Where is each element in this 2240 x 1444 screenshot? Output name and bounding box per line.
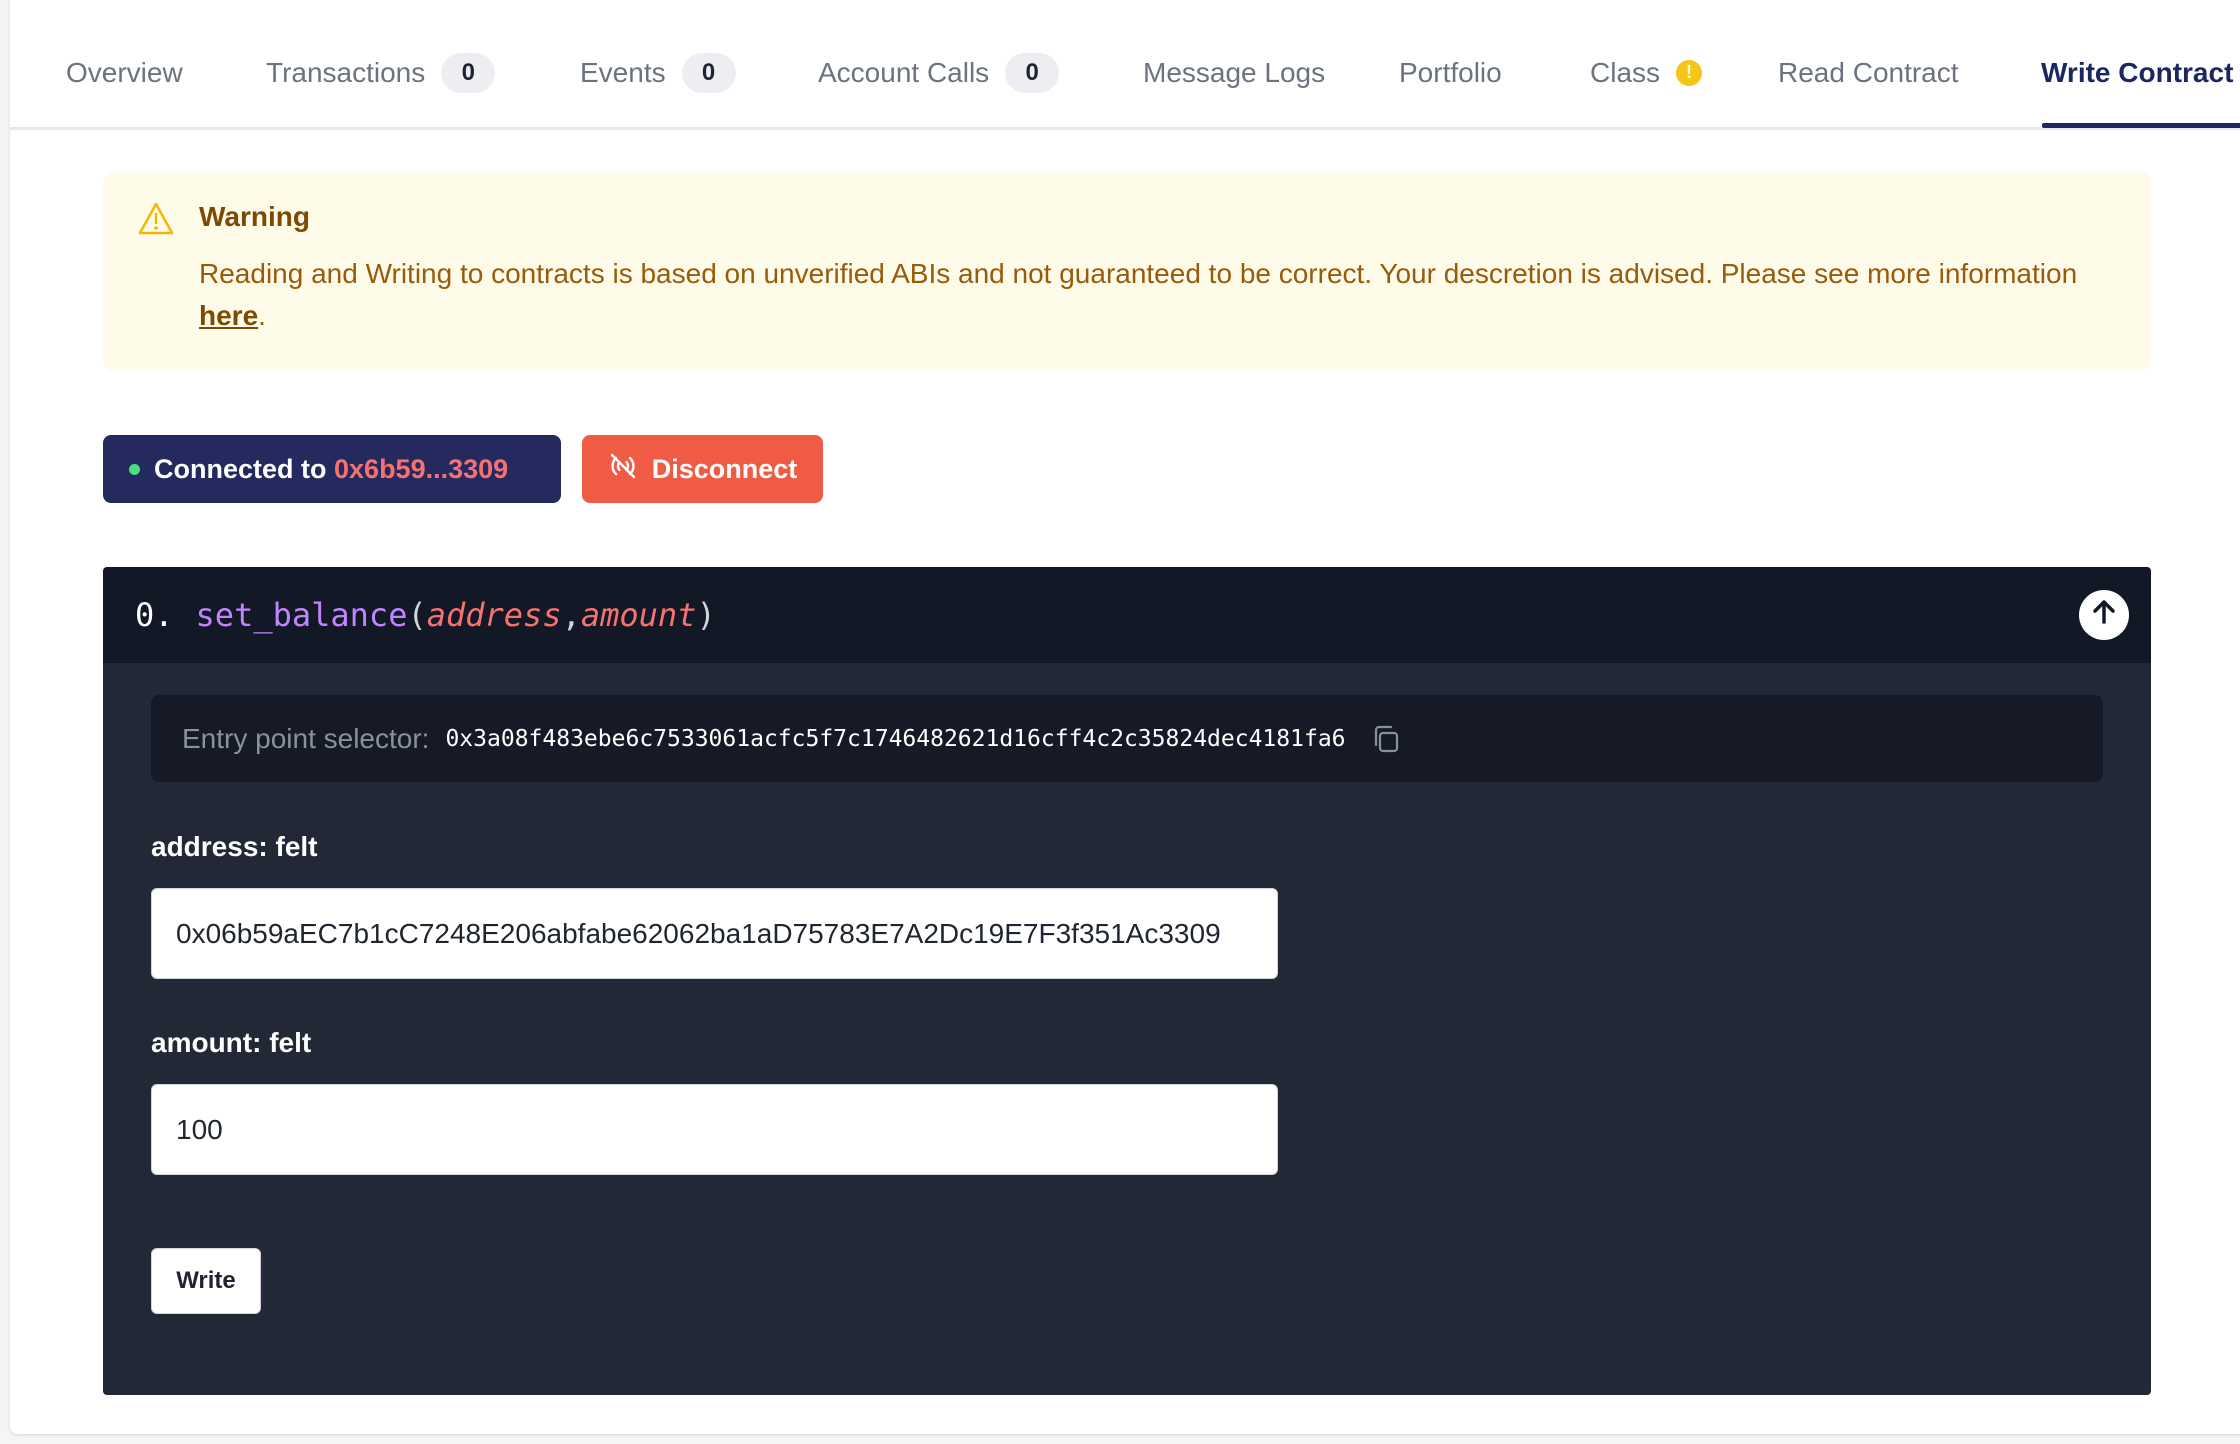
warning-dot-icon: ! — [1676, 59, 1703, 86]
amount-input[interactable] — [151, 1084, 1278, 1175]
amount-field-label: amount: felt — [151, 1027, 312, 1058]
disconnect-button[interactable]: Disconnect — [582, 435, 823, 503]
tab-portfolio[interactable]: Portfolio — [1399, 50, 1502, 95]
connected-to-text: Connected to — [154, 453, 327, 484]
tab-label: Overview — [66, 56, 183, 88]
warning-title: Warning — [199, 201, 310, 232]
tab-message-logs[interactable]: Message Logs — [1143, 50, 1325, 95]
entry-point-selector: Entry point selector: 0x3a08f483ebe6c753… — [151, 695, 2103, 782]
address-input[interactable] — [151, 888, 1278, 979]
connected-label: Connected to 0x6b59...3309 — [154, 454, 508, 485]
tab-account-calls[interactable]: Account Calls 0 — [818, 50, 1060, 95]
active-tab-indicator — [2042, 123, 2240, 128]
tab-label: Message Logs — [1143, 56, 1326, 88]
tab-write-contract[interactable]: Write Contract — [2041, 50, 2233, 95]
contract-card: Overview Transactions 0 Events 0 Account… — [10, 0, 2240, 1434]
tab-label: Transactions — [266, 56, 426, 88]
arrow-up-icon — [2090, 596, 2118, 634]
tab-label: Write Contract — [2041, 56, 2234, 88]
warning-triangle-icon — [137, 201, 175, 242]
warning-banner: Warning Reading and Writing to contracts… — [103, 171, 2151, 371]
copy-icon[interactable] — [1370, 723, 1402, 755]
tab-count-badge: 0 — [1005, 52, 1060, 93]
wallet-address: 0x6b59...3309 — [334, 453, 509, 484]
function-name: set_balance — [195, 596, 408, 634]
write-button[interactable]: Write — [151, 1248, 261, 1314]
tab-label: Account Calls — [818, 56, 990, 88]
selector-value: 0x3a08f483ebe6c7533061acfc5f7c1746482621… — [445, 725, 1346, 752]
function-arg-address: address — [426, 596, 562, 634]
signal-off-icon — [608, 452, 638, 487]
tab-count-badge: 0 — [681, 52, 736, 93]
tab-label: Events — [580, 56, 666, 88]
address-field-label: address: felt — [151, 831, 318, 862]
tab-label: Class — [1590, 56, 1661, 88]
tab-read-contract[interactable]: Read Contract — [1778, 50, 1959, 95]
collapse-button[interactable] — [2079, 590, 2129, 640]
tab-events[interactable]: Events 0 — [580, 50, 736, 95]
tab-class[interactable]: Class ! — [1590, 50, 1703, 95]
tab-count-badge: 0 — [441, 52, 496, 93]
warning-suffix: . — [258, 300, 266, 331]
arg-separator: , — [561, 596, 581, 634]
tab-label: Read Contract — [1778, 56, 1959, 88]
open-paren: ( — [407, 596, 427, 634]
selector-label: Entry point selector: — [182, 722, 430, 754]
function-body: Entry point selector: 0x3a08f483ebe6c753… — [103, 663, 2151, 1395]
tab-bar: Overview Transactions 0 Events 0 Account… — [10, 0, 2240, 130]
more-info-link[interactable]: here — [199, 300, 258, 331]
function-arg-amount: amount — [580, 596, 697, 634]
disconnect-label: Disconnect — [651, 453, 798, 484]
tab-transactions[interactable]: Transactions 0 — [266, 50, 496, 95]
warning-text-block: Reading and Writing to contracts is base… — [199, 253, 2111, 337]
function-header[interactable]: 0. set_balance(address, amount) — [103, 567, 2151, 663]
function-index: 0. — [135, 596, 174, 634]
status-dot — [129, 463, 140, 475]
tab-label: Portfolio — [1399, 56, 1502, 88]
tab-overview[interactable]: Overview — [66, 50, 183, 95]
warning-message: Reading and Writing to contracts is base… — [199, 258, 2078, 289]
close-paren: ) — [696, 596, 716, 634]
connected-wallet-badge: Connected to 0x6b59...3309 — [103, 435, 561, 503]
